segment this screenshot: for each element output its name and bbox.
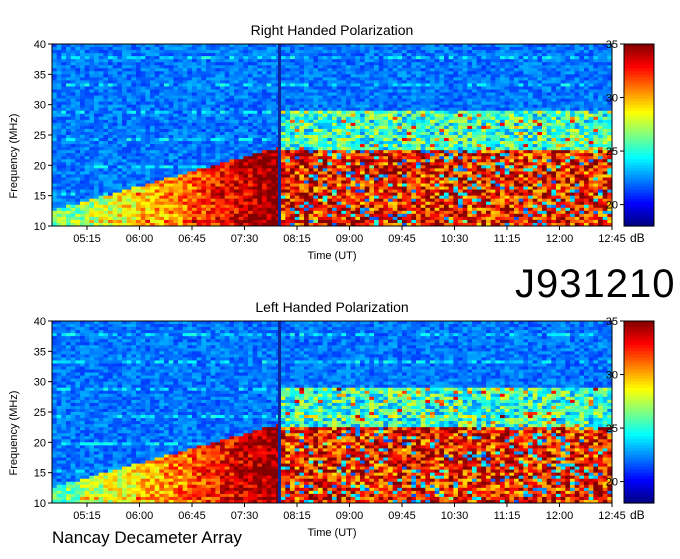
colorbar-unit-label: dB [630,231,645,245]
y-tick-label: 15 [34,468,46,480]
x-tick-label: 06:00 [126,233,154,245]
y-tick-label: 20 [34,160,46,172]
y-tick-label: 25 [34,130,46,142]
colorbar-tick-label: 20 [606,200,618,212]
x-tick-label: 07:30 [231,233,259,245]
x-tick-label: 10:30 [441,510,469,522]
y-tick-label: 15 [34,191,46,203]
x-tick-label: 08:15 [283,233,311,245]
y-tick-label: 30 [34,100,46,112]
x-tick-label: 06:00 [126,510,154,522]
x-tick-label: 09:00 [336,233,364,245]
spectrogram-chart: 10 15 20 25 30 35 40 05:15 06:00 06:45 07:30 08:15 0… [0,40,680,280]
colorbar-tick-label: 25 [606,146,618,158]
x-axis-label: Time (UT) [52,250,612,262]
x-tick-label: 05:15 [73,510,101,522]
y-tick-label: 20 [34,437,46,449]
x-tick-label: 09:00 [336,510,364,522]
colorbar [624,321,654,504]
x-tick-label: 07:30 [231,510,259,522]
y-tick-label: 30 [34,377,46,389]
colorbar-tick-label: 30 [606,370,618,382]
y-tick-label: 10 [34,498,46,510]
y-tick-label: 35 [34,69,46,81]
y-tick-label: 40 [34,317,46,328]
x-tick-label: 05:15 [73,233,101,245]
x-tick-label: 09:45 [388,510,416,522]
heatmap-cells [52,44,613,227]
x-tick-label: 06:45 [178,510,206,522]
panel-right-polarization: Right Handed Polarization Frequency (MHz… [0,22,680,282]
x-tick-label: 10:30 [441,233,469,245]
y-tick-label: 10 [34,221,46,233]
colorbar-tick-label: 35 [606,317,618,328]
colorbar-tick-label: 25 [606,423,618,435]
chart-title: Right Handed Polarization [52,22,612,38]
heatmap-cells [52,321,613,504]
colorbar-tick-label: 30 [606,93,618,105]
spectrogram-chart: 10 15 20 25 30 35 40 05:15 06:00 06:45 07:30 08:15 0… [0,317,680,557]
colorbar-unit-label: dB [630,508,645,522]
x-tick-label: 11:15 [494,233,521,245]
x-tick-label: 12:00 [546,510,574,522]
instrument-label: Nancay Decameter Array [52,528,242,548]
x-tick-label: 12:00 [546,233,574,245]
colorbar-tick-label: 35 [606,40,618,51]
x-tick-label: 11:15 [494,510,521,522]
y-tick-label: 40 [34,40,46,51]
x-tick-label: 12:45 [598,233,626,245]
panel-left-polarization: Left Handed Polarization Frequency (MHz)… [0,299,680,559]
colorbar [624,44,654,227]
x-tick-label: 09:45 [388,233,416,245]
x-tick-label: 12:45 [598,510,626,522]
chart-title: Left Handed Polarization [52,299,612,315]
y-tick-label: 25 [34,407,46,419]
y-tick-label: 35 [34,346,46,358]
x-tick-label: 08:15 [283,510,311,522]
x-tick-label: 06:45 [178,233,206,245]
colorbar-tick-label: 20 [606,477,618,489]
